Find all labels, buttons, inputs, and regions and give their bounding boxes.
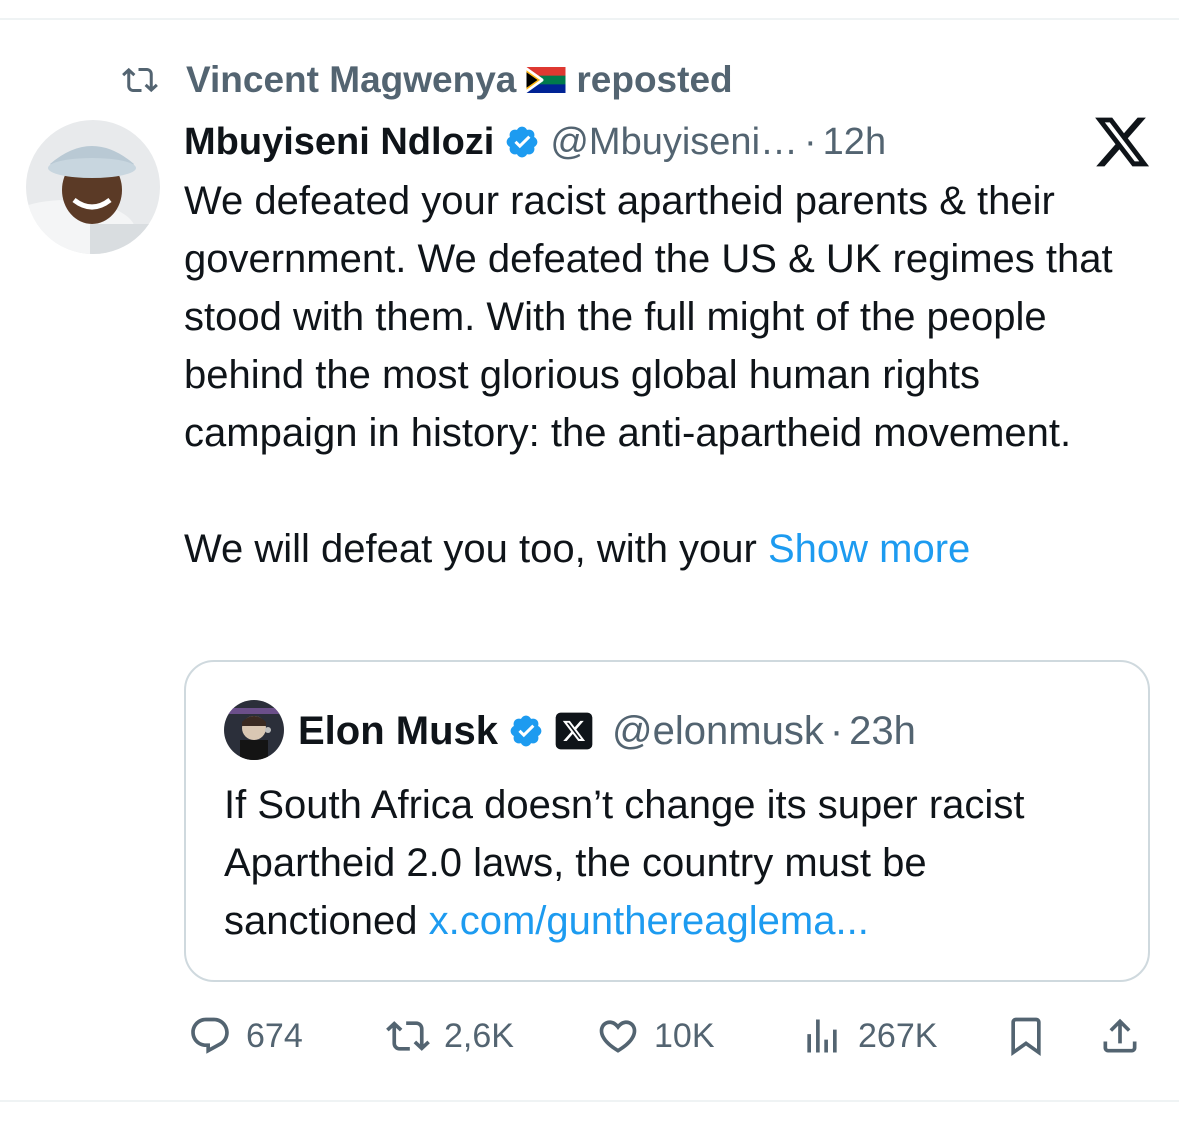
verified-badge-icon (510, 715, 542, 747)
quote-author-handle[interactable]: @elonmusk (612, 709, 824, 754)
share-icon (1103, 1018, 1137, 1053)
heart-icon (599, 1020, 637, 1053)
author-avatar[interactable] (26, 120, 160, 254)
post-header: Mbuyiseni Ndlozi @Mbuyiseni… · 12h (184, 114, 886, 170)
post-body: We defeated your racist apartheid parent… (184, 179, 1113, 571)
reposter-name[interactable]: Vincent Magwenya (186, 59, 516, 101)
author-name[interactable]: Mbuyiseni Ndlozi (184, 121, 494, 164)
view-count: 267K (858, 1016, 938, 1055)
quoted-post[interactable]: Elon Musk @elonmusk · 23h If South Afric… (184, 660, 1150, 982)
reply-button[interactable]: 674 (188, 1008, 303, 1064)
separator-dot: · (829, 708, 844, 753)
author-handle[interactable]: @Mbuyiseni… (550, 121, 798, 164)
bottom-divider (0, 1100, 1179, 1102)
quote-avatar-image (224, 700, 284, 760)
views-button[interactable]: 267K (800, 1008, 937, 1064)
x-affiliation-icon (555, 712, 593, 750)
repost-icon (122, 67, 158, 93)
quote-header: Elon Musk @elonmusk · 23h (298, 702, 916, 760)
verified-badge-icon (506, 126, 538, 158)
bookmark-icon (1011, 1017, 1041, 1057)
reply-icon (191, 1017, 229, 1054)
quote-link[interactable]: x.com/gunthereaglema... (429, 899, 869, 943)
repost-button[interactable]: 2,6K (386, 1008, 514, 1064)
repost-count: 2,6K (444, 1016, 514, 1055)
south-africa-flag-icon (526, 67, 566, 93)
views-icon (807, 1019, 837, 1053)
quote-author-avatar[interactable] (224, 700, 284, 760)
quote-author-name[interactable]: Elon Musk (298, 709, 498, 754)
like-count: 10K (654, 1016, 715, 1055)
repost-label: reposted (576, 59, 733, 100)
post-timestamp[interactable]: 12h (823, 121, 886, 164)
bookmark-button[interactable] (1004, 1008, 1062, 1064)
repost-context[interactable]: Vincent Magwenya reposted (118, 56, 733, 104)
quote-timestamp[interactable]: 23h (849, 709, 916, 754)
separator-dot: · (804, 120, 817, 163)
top-divider (0, 18, 1179, 20)
avatar-image (26, 120, 160, 254)
show-more-link[interactable]: Show more (768, 527, 970, 571)
action-bar: 674 2,6K 10K 267K (0, 1008, 1179, 1064)
share-button[interactable] (1098, 1008, 1156, 1064)
like-button[interactable]: 10K (596, 1008, 715, 1064)
x-logo-icon (1095, 117, 1150, 167)
repost-icon (386, 1021, 430, 1051)
post-text: We defeated your racist apartheid parent… (184, 172, 1144, 578)
reply-count: 674 (246, 1016, 303, 1055)
quote-text: If South Africa doesn’t change its super… (224, 776, 1124, 950)
